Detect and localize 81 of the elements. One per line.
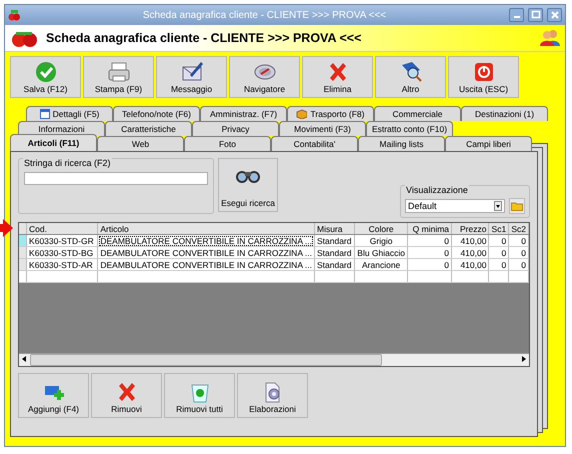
field-label: Visualizzazione bbox=[405, 185, 469, 195]
folder-button[interactable] bbox=[509, 198, 525, 214]
tab[interactable]: Contabilita' bbox=[271, 136, 358, 151]
table-cell: 410,00 bbox=[452, 246, 489, 258]
table-cell: DEAMBULATORE CONVERTIBILE IN CARROZZINA ... bbox=[98, 246, 314, 258]
toolbar-button[interactable]: Salva (F12) bbox=[10, 56, 81, 98]
tab[interactable]: Movimenti (F3) bbox=[279, 121, 366, 136]
table-cell: Standard bbox=[314, 246, 354, 258]
tab[interactable]: Articoli (F11) bbox=[10, 134, 97, 151]
close-button[interactable] bbox=[547, 8, 562, 22]
column-header: Misura bbox=[314, 223, 354, 234]
strawberry-icon bbox=[8, 9, 20, 21]
action-button[interactable]: Aggiungi (F4) bbox=[18, 373, 89, 418]
header-title: Scheda anagrafica cliente - CLIENTE >>> PROVA <<< bbox=[46, 31, 362, 45]
tab[interactable]: Telefono/note (F6) bbox=[113, 106, 200, 121]
table-cell: 0 bbox=[408, 234, 452, 246]
column-header: Q minima bbox=[408, 223, 452, 234]
toolbar-button[interactable]: Altro bbox=[375, 56, 446, 98]
tab[interactable]: Web bbox=[97, 136, 184, 151]
table-cell: 410,00 bbox=[452, 234, 489, 246]
tab[interactable]: Commerciale bbox=[374, 106, 461, 121]
table-cell: Grigio bbox=[354, 234, 408, 246]
field-label: Stringa di ricerca (F2) bbox=[23, 158, 112, 168]
tab[interactable]: Trasporto (F8) bbox=[287, 106, 374, 121]
column-header: Sc2 bbox=[508, 223, 528, 234]
row-indicator[interactable] bbox=[19, 258, 27, 270]
action-button[interactable]: Rimuovi tutti bbox=[164, 373, 235, 418]
printer-icon bbox=[108, 61, 130, 83]
toolbar-button[interactable]: Navigatore bbox=[229, 56, 300, 98]
minimize-button[interactable] bbox=[509, 8, 524, 22]
table-cell: 0 bbox=[488, 234, 509, 246]
row-indicator[interactable] bbox=[19, 246, 27, 258]
table-cell: 0 bbox=[408, 246, 452, 258]
window-title: Scheda anagrafica cliente - CLIENTE >>> PROVA <<< bbox=[142, 10, 388, 20]
table-cell: K60330-STD-GR bbox=[26, 234, 98, 246]
tab[interactable]: Estratto conto (F10) bbox=[366, 121, 453, 136]
toolbar-button[interactable]: Uscita (ESC) bbox=[448, 56, 519, 98]
toolbar-button[interactable]: Elimina bbox=[302, 56, 373, 98]
toolbar-button[interactable]: Messaggio bbox=[156, 56, 227, 98]
column-header: Sc1 bbox=[488, 223, 509, 234]
tab[interactable]: Campi liberi bbox=[445, 136, 532, 151]
view-dropdown[interactable]: Default bbox=[405, 199, 505, 213]
calendar-icon bbox=[40, 109, 50, 119]
tab[interactable]: Privacy bbox=[192, 121, 279, 136]
table-cell: Standard bbox=[314, 234, 354, 246]
table-cell: DEAMBULATORE CONVERTIBILE IN CARROZZINA ... bbox=[98, 234, 314, 246]
tab[interactable]: Amministraz. (F7) bbox=[200, 106, 287, 121]
row-indicator[interactable] bbox=[19, 234, 27, 246]
action-button[interactable]: Rimuovi bbox=[91, 373, 162, 418]
pointer-arrow-icon bbox=[0, 219, 13, 237]
column-header: Colore bbox=[354, 223, 408, 234]
tab[interactable]: Caratteristiche bbox=[105, 121, 192, 136]
binoculars-icon bbox=[235, 169, 261, 183]
search-field[interactable] bbox=[24, 172, 208, 185]
toolbar-button[interactable]: Stampa (F9) bbox=[83, 56, 154, 98]
box-icon bbox=[296, 109, 308, 119]
column-header: Prezzo bbox=[452, 223, 489, 234]
column-header: Cod. bbox=[26, 223, 98, 234]
users-icon bbox=[540, 29, 560, 47]
column-header: Articolo bbox=[98, 223, 314, 234]
table-cell: K60330-STD-BG bbox=[26, 246, 98, 258]
table-cell: 0 bbox=[488, 246, 509, 258]
tab[interactable]: Dettagli (F5) bbox=[26, 106, 113, 121]
tab[interactable]: Destinazioni (1) bbox=[461, 106, 548, 121]
table-cell: 0 bbox=[508, 234, 528, 246]
tab[interactable]: Mailing lists bbox=[358, 136, 445, 151]
tab[interactable]: Foto bbox=[184, 136, 271, 151]
caret-icon bbox=[494, 201, 502, 211]
check-icon bbox=[34, 61, 56, 83]
table-cell: 0 bbox=[508, 246, 528, 258]
action-button[interactable]: Elaborazioni bbox=[237, 373, 308, 418]
envelope-pen-icon bbox=[180, 61, 202, 83]
search-button[interactable]: Esegui ricerca bbox=[218, 158, 278, 212]
table-cell: Blu Ghiaccio bbox=[354, 246, 408, 258]
folder-icon bbox=[511, 201, 523, 211]
power-icon bbox=[472, 61, 494, 83]
book-magnifier-icon bbox=[400, 61, 422, 83]
maximize-icon bbox=[530, 10, 540, 20]
horizontal-scrollbar[interactable] bbox=[19, 353, 529, 366]
close-icon bbox=[550, 10, 560, 20]
maximize-button[interactable] bbox=[528, 8, 543, 22]
